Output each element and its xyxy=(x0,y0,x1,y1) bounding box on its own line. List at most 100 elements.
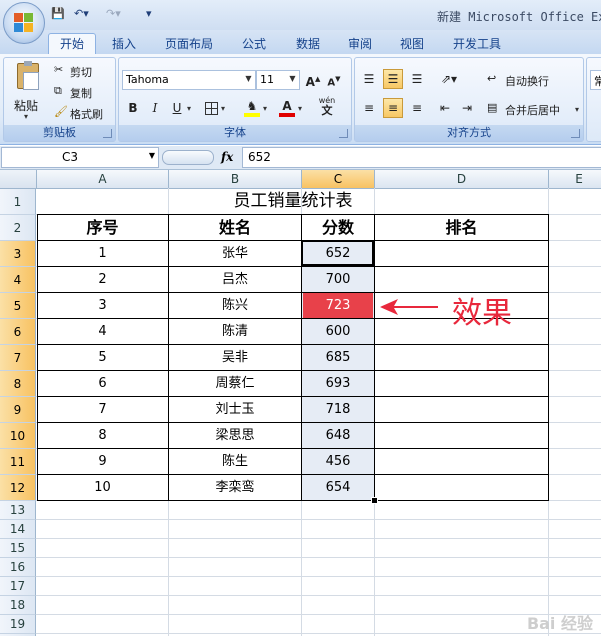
table-cell-name[interactable]: 李栾鸾 xyxy=(169,475,301,500)
wrap-text-button[interactable]: ↩ 自动换行 xyxy=(485,70,575,90)
underline-button[interactable]: U xyxy=(167,98,187,118)
header-cell-rank[interactable]: 排名 xyxy=(375,215,548,240)
table-cell-name[interactable]: 张华 xyxy=(169,241,301,266)
borders-dropdown-icon[interactable]: ▾ xyxy=(221,104,225,113)
table-cell-score[interactable]: 700 xyxy=(302,267,374,292)
tab-home[interactable]: 开始 xyxy=(48,33,96,54)
format-painter-button[interactable]: 🖌 格式刷 xyxy=(52,104,114,122)
row-header[interactable]: 15 xyxy=(0,539,36,558)
align-left-icon[interactable]: ≡ xyxy=(359,98,379,118)
row-header[interactable]: 3 xyxy=(0,241,36,267)
insert-function-icon[interactable]: fx xyxy=(221,150,233,164)
table-cell-score[interactable]: 456 xyxy=(302,449,374,474)
row-header[interactable]: 12 xyxy=(0,475,36,501)
tab-view[interactable]: 视图 xyxy=(392,34,432,54)
formula-bar-resize-handle[interactable] xyxy=(162,150,214,165)
customize-toolbar-icon[interactable]: ▾ xyxy=(146,7,152,20)
increase-indent-icon[interactable]: ⇥ xyxy=(457,98,477,118)
italic-button[interactable]: I xyxy=(145,98,165,118)
table-cell-name[interactable]: 吕杰 xyxy=(169,267,301,292)
table-cell-index[interactable]: 9 xyxy=(37,449,168,474)
tab-review[interactable]: 审阅 xyxy=(340,34,380,54)
table-cell-index[interactable]: 7 xyxy=(37,397,168,422)
font-launcher-icon[interactable] xyxy=(339,129,348,138)
row-header[interactable]: 10 xyxy=(0,423,36,449)
row-header[interactable]: 4 xyxy=(0,267,36,293)
row-header[interactable]: 5 xyxy=(0,293,36,319)
row-header[interactable]: 14 xyxy=(0,520,36,539)
table-title[interactable]: 员工销量统计表 xyxy=(37,189,549,214)
table-cell-index[interactable]: 10 xyxy=(37,475,168,500)
table-cell-name[interactable]: 梁思思 xyxy=(169,423,301,448)
row-header[interactable]: 8 xyxy=(0,371,36,397)
row-header[interactable]: 6 xyxy=(0,319,36,345)
table-cell-name[interactable]: 陈生 xyxy=(169,449,301,474)
table-cell-index[interactable]: 1 xyxy=(37,241,168,266)
header-cell-score[interactable]: 分数 xyxy=(302,215,374,240)
align-center-icon[interactable]: ≡ xyxy=(383,98,403,118)
select-all-corner[interactable] xyxy=(0,170,37,189)
number-format-select[interactable]: 常 xyxy=(590,70,601,90)
grow-font-button[interactable]: A▲ xyxy=(303,69,323,89)
font-size-select[interactable]: 11 ▼ xyxy=(256,70,300,90)
bold-button[interactable]: B xyxy=(123,98,143,118)
font-name-select[interactable]: Tahoma ▼ xyxy=(122,70,256,90)
decrease-indent-icon[interactable]: ⇤ xyxy=(435,98,455,118)
merge-center-button[interactable]: ▤ 合并后居中 ▾ xyxy=(485,99,581,119)
row-header[interactable]: 7 xyxy=(0,345,36,371)
borders-button[interactable] xyxy=(201,98,221,118)
row-header[interactable]: 2 xyxy=(0,215,36,241)
row-header[interactable]: 16 xyxy=(0,558,36,577)
header-cell-name[interactable]: 姓名 xyxy=(169,215,301,240)
table-cell-score[interactable]: 685 xyxy=(302,345,374,370)
redo-icon[interactable]: ↷▾ xyxy=(106,7,121,20)
cut-button[interactable]: ✂ 剪切 xyxy=(52,62,112,80)
copy-button[interactable]: ⧉ 复制 xyxy=(52,83,112,101)
row-header[interactable]: 19 xyxy=(0,615,36,634)
shrink-font-button[interactable]: A▼ xyxy=(324,69,344,89)
table-cell-index[interactable]: 5 xyxy=(37,345,168,370)
table-cell-index[interactable]: 4 xyxy=(37,319,168,344)
alignment-launcher-icon[interactable] xyxy=(571,129,580,138)
highlighted-cell-c5[interactable]: 723 xyxy=(303,293,373,318)
table-cell-index[interactable]: 3 xyxy=(37,293,168,318)
fill-handle[interactable] xyxy=(371,497,378,504)
underline-dropdown-icon[interactable]: ▾ xyxy=(187,104,191,113)
column-header-e[interactable]: E xyxy=(549,170,601,189)
fill-color-button[interactable]: ♞ xyxy=(242,96,262,117)
tab-page-layout[interactable]: 页面布局 xyxy=(158,34,220,54)
tab-insert[interactable]: 插入 xyxy=(104,34,144,54)
row-header[interactable]: 18 xyxy=(0,596,36,615)
office-button[interactable] xyxy=(3,2,45,44)
table-cell-index[interactable]: 2 xyxy=(37,267,168,292)
name-box[interactable]: C3 ▼ xyxy=(1,147,159,168)
align-right-icon[interactable]: ≡ xyxy=(407,98,427,118)
column-header-a[interactable]: A xyxy=(37,170,169,189)
table-cell-score[interactable]: 693 xyxy=(302,371,374,396)
row-header[interactable]: 13 xyxy=(0,501,36,520)
phonetic-button[interactable]: wén 文 xyxy=(314,96,340,116)
align-bottom-icon[interactable]: ☰ xyxy=(407,69,427,89)
tab-developer[interactable]: 开发工具 xyxy=(446,34,508,54)
table-cell-name[interactable]: 陈清 xyxy=(169,319,301,344)
tab-data[interactable]: 数据 xyxy=(288,34,328,54)
table-cell-score[interactable]: 654 xyxy=(302,475,374,500)
table-cell-score[interactable]: 718 xyxy=(302,397,374,422)
column-header-d[interactable]: D xyxy=(375,170,549,189)
table-cell-index[interactable]: 8 xyxy=(37,423,168,448)
save-icon[interactable]: 💾 xyxy=(51,7,65,20)
table-cell-name[interactable]: 陈兴 xyxy=(169,293,301,318)
clipboard-launcher-icon[interactable] xyxy=(103,129,112,138)
header-cell-index[interactable]: 序号 xyxy=(37,215,168,240)
table-cell-score[interactable]: 648 xyxy=(302,423,374,448)
worksheet-grid[interactable]: A B C D E 123456789101112131415161718192… xyxy=(0,170,601,636)
formula-input[interactable]: 652 xyxy=(242,147,601,168)
table-cell-name[interactable]: 周蔡仁 xyxy=(169,371,301,396)
table-cell-name[interactable]: 刘士玉 xyxy=(169,397,301,422)
paste-button[interactable]: 粘贴 ▾ xyxy=(8,60,48,121)
row-header[interactable]: 11 xyxy=(0,449,36,475)
table-cell-index[interactable]: 6 xyxy=(37,371,168,396)
table-cell-name[interactable]: 吴非 xyxy=(169,345,301,370)
align-top-icon[interactable]: ☰ xyxy=(359,69,379,89)
font-color-button[interactable]: A xyxy=(277,96,297,117)
